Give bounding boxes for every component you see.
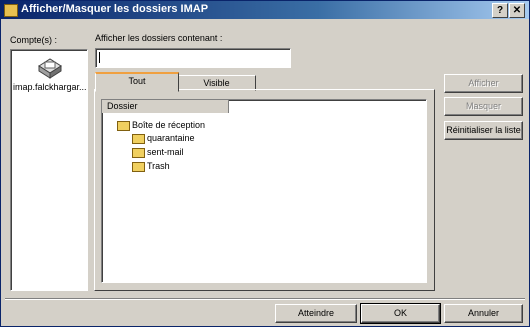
dialog-window: Afficher/Masquer les dossiers IMAP ? ✕ C… [0, 0, 530, 327]
goto-button[interactable]: Atteindre [275, 304, 357, 323]
hide-button[interactable]: Masquer [444, 97, 523, 116]
tree-item-sent-mail[interactable]: sent-mail [132, 146, 184, 158]
title-bar[interactable]: Afficher/Masquer les dossiers IMAP ? ✕ [1, 1, 529, 19]
window-title: Afficher/Masquer les dossiers IMAP [21, 3, 209, 15]
tab-all[interactable]: Tout [95, 72, 179, 92]
folder-icon [117, 120, 130, 131]
help-button[interactable]: ? [492, 3, 508, 18]
accounts-list[interactable]: imap.falckhargar... [10, 49, 88, 291]
close-button[interactable]: ✕ [509, 3, 525, 18]
cancel-button[interactable]: Annuler [444, 304, 523, 323]
column-header-dossier[interactable]: Dossier [102, 100, 229, 113]
folder-icon [132, 161, 145, 172]
tree-item-trash[interactable]: Trash [132, 160, 170, 172]
folder-icon [4, 4, 18, 17]
footer-separator [5, 298, 525, 300]
accounts-label: Compte(s) : [10, 35, 58, 45]
ok-button[interactable]: OK [360, 303, 441, 324]
mailbox-icon [38, 58, 62, 79]
tab-panel: Dossier Boîte de réception quarantaine s… [94, 89, 435, 291]
folder-icon [132, 133, 145, 144]
reset-list-button[interactable]: Réinitialiser la liste [444, 121, 523, 140]
tree-item-quarantaine[interactable]: quarantaine [132, 132, 195, 144]
filter-input[interactable] [95, 48, 291, 68]
show-button[interactable]: Afficher [444, 74, 523, 93]
text-caret [99, 52, 100, 63]
filter-label: Afficher les dossiers contenant : [95, 33, 223, 43]
folder-icon [132, 147, 145, 158]
folder-tree[interactable]: Dossier Boîte de réception quarantaine s… [101, 99, 427, 283]
account-item[interactable]: imap.falckhargar... [11, 54, 87, 94]
account-name: imap.falckhargar... [13, 82, 87, 92]
tree-item-inbox[interactable]: Boîte de réception [117, 119, 205, 131]
